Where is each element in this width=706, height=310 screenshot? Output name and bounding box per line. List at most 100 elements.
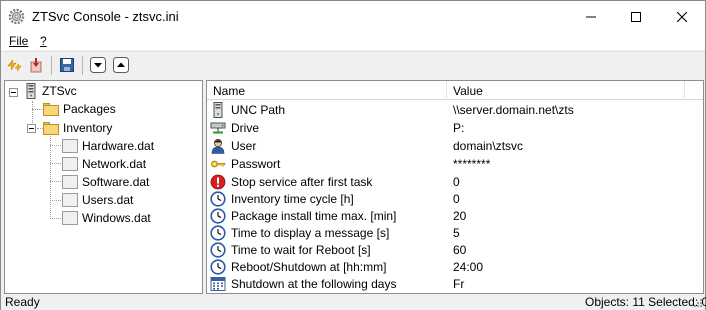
tree-item-file[interactable]: Hardware.dat: [62, 137, 154, 155]
row-value: Fr: [453, 277, 465, 291]
row-name: Time to wait for Reboot [s]: [231, 243, 371, 257]
toolbar-separator: [51, 56, 52, 75]
tree-connector: [50, 200, 61, 201]
lightning-icon: [7, 59, 22, 72]
file-icon: [62, 211, 78, 225]
row-name: Passwort: [231, 157, 281, 171]
gear-cog-icon: [8, 8, 25, 25]
row-value: 0: [453, 192, 460, 206]
calendar-icon: [210, 277, 226, 291]
list-row[interactable]: Drive P:: [207, 119, 687, 136]
import-icon: [30, 58, 42, 73]
row-value: ********: [453, 157, 491, 171]
maximize-button[interactable]: [613, 1, 658, 32]
menu-help-label: ?: [40, 34, 47, 48]
app-window: ZTSvc Console - ztsvc.ini File ? ZTSvc P…: [0, 0, 706, 310]
tree-connector: [50, 218, 61, 219]
list-row[interactable]: Stop service after first task 0: [207, 173, 687, 190]
tree-item-file[interactable]: Network.dat: [62, 155, 146, 173]
toolbar: [1, 51, 705, 78]
tree-label-file: Network.dat: [82, 157, 147, 171]
tree-label-root: ZTSvc: [42, 84, 77, 98]
row-name: Package install time max. [min]: [231, 209, 397, 223]
clock-icon: [210, 259, 226, 275]
close-icon: [676, 11, 687, 22]
minimize-button[interactable]: [568, 1, 613, 32]
run-button[interactable]: [5, 56, 23, 74]
tree-connector: [50, 163, 61, 164]
arrow-up-icon: [113, 57, 129, 73]
row-name: Drive: [231, 121, 260, 135]
server-icon: [26, 83, 36, 99]
column-header-filler: [685, 81, 703, 100]
list-header: Name Value: [207, 81, 703, 100]
tree-connector: [50, 145, 61, 146]
row-value: domain\ztsvc: [453, 139, 524, 153]
tree-label-inventory: Inventory: [63, 121, 113, 135]
list-row[interactable]: Reboot/Shutdown at [hh:mm] 24:00: [207, 258, 687, 275]
tree-label-packages: Packages: [63, 102, 116, 116]
status-text: Ready: [5, 295, 40, 309]
move-up-button[interactable]: [112, 56, 130, 74]
file-icon: [62, 157, 78, 171]
close-button[interactable]: [659, 1, 704, 32]
list-row[interactable]: Shutdown at the following days Fr: [207, 275, 687, 292]
list-row[interactable]: Time to display a message [s] 5: [207, 224, 687, 241]
list-row[interactable]: Inventory time cycle [h] 0: [207, 190, 687, 207]
list-row[interactable]: Package install time max. [min] 20: [207, 207, 687, 224]
server-icon: [213, 102, 223, 118]
column-header-value[interactable]: Value: [447, 81, 685, 100]
menu-file-label: File: [9, 34, 29, 48]
user-icon: [211, 139, 225, 154]
tree-item-packages[interactable]: Packages: [43, 100, 116, 118]
tree-label-file: Hardware.dat: [82, 139, 155, 153]
row-value: 0: [453, 175, 460, 189]
collapse-toggle[interactable]: [9, 88, 18, 97]
stop-icon: [210, 174, 226, 190]
tree-label-file: Windows.dat: [82, 211, 151, 225]
minimize-icon: [585, 16, 596, 17]
arrow-down-icon: [90, 57, 106, 73]
row-name: Stop service after first task: [231, 175, 373, 189]
tree-item-file[interactable]: Software.dat: [62, 173, 149, 191]
row-value: 5: [453, 226, 460, 240]
list-row[interactable]: UNC Path \\server.domain.net\zts: [207, 101, 687, 118]
tree-view[interactable]: ZTSvc Packages Inventory Hardware.dat Ne…: [4, 80, 203, 294]
file-icon: [62, 193, 78, 207]
window-title: ZTSvc Console - ztsvc.ini: [32, 9, 179, 24]
tree-item-file[interactable]: Users.dat: [62, 191, 133, 209]
settings-list-view[interactable]: Name Value UNC Path \\server.domain.net\…: [206, 80, 704, 294]
list-row[interactable]: Time to wait for Reboot [s] 60: [207, 241, 687, 258]
column-header-name-label: Name: [213, 83, 246, 98]
import-button[interactable]: [27, 56, 45, 74]
tree-item-file[interactable]: Windows.dat: [62, 209, 151, 227]
file-icon: [62, 139, 78, 153]
row-value: 24:00: [453, 260, 484, 274]
menu-file[interactable]: File: [9, 34, 28, 48]
row-name: Time to display a message [s]: [231, 226, 390, 240]
clock-icon: [210, 191, 226, 207]
row-name: Reboot/Shutdown at [hh:mm]: [231, 260, 387, 274]
save-button[interactable]: [58, 56, 76, 74]
row-name: UNC Path: [231, 103, 286, 117]
column-header-value-label: Value: [453, 83, 483, 98]
clock-icon: [210, 242, 226, 258]
tree-connector: [50, 181, 61, 182]
list-row[interactable]: User domain\ztsvc: [207, 137, 687, 154]
column-header-name[interactable]: Name: [207, 81, 447, 100]
toolbar-separator: [82, 56, 83, 75]
collapse-toggle[interactable]: [27, 124, 36, 133]
tree-label-file: Users.dat: [82, 193, 134, 207]
move-down-button[interactable]: [89, 56, 107, 74]
tree-item-inventory[interactable]: Inventory: [43, 119, 112, 137]
list-row[interactable]: Passwort ********: [207, 155, 687, 172]
row-value: 60: [453, 243, 467, 257]
menu-help[interactable]: ?: [40, 34, 47, 48]
tree-item-root[interactable]: ZTSvc: [24, 82, 77, 100]
tree-label-file: Software.dat: [82, 175, 150, 189]
clock-icon: [210, 208, 226, 224]
resize-grip-icon[interactable]: [692, 297, 703, 308]
menu-bar: File ?: [1, 32, 705, 50]
file-icon: [62, 175, 78, 189]
row-value: P:: [453, 121, 465, 135]
